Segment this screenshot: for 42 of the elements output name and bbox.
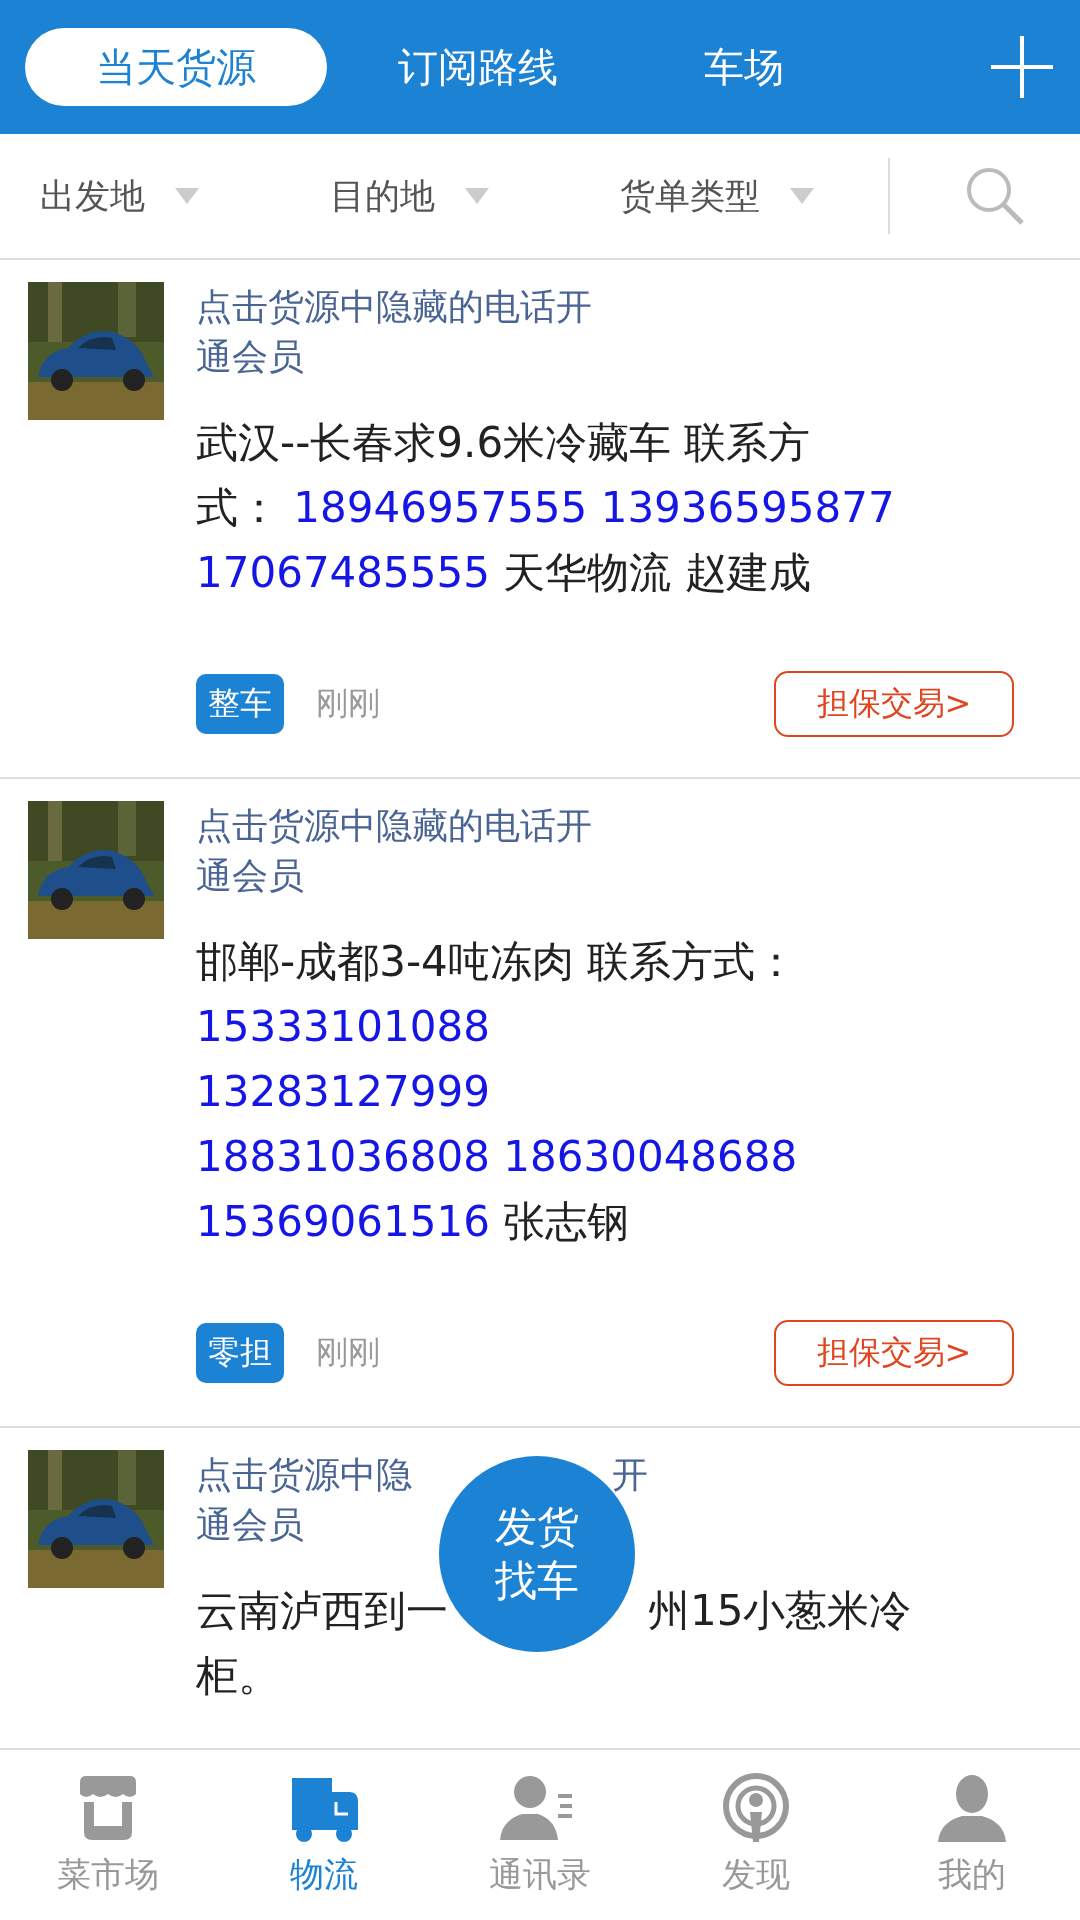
- phone-link[interactable]: 13283127999: [196, 1067, 490, 1116]
- cargo-type-tag: 零担: [196, 1323, 284, 1383]
- filter-dropdown[interactable]: 出发地: [40, 172, 145, 220]
- person-icon: [936, 1772, 1008, 1844]
- guarantee-trade-button[interactable]: 担保交易>: [774, 1320, 1014, 1386]
- broadcast-icon: [720, 1772, 792, 1844]
- phone-link[interactable]: 13936595877: [600, 483, 895, 532]
- listing-card[interactable]: 点击货源中隐藏的电话开 通会员 武汉--长春求9.6米冷藏车 联系方 式： 18946957555 13936595877 17067485555 天华物流 赵建成 整车 刚刚 担保交易>: [0, 260, 1080, 779]
- listing-text: 式：: [196, 483, 280, 532]
- listing-text: 天华物流 赵建成: [503, 548, 811, 597]
- dropdown-triangle-icon: [790, 188, 814, 204]
- tab[interactable]: 当天货源: [25, 28, 327, 106]
- phone-link[interactable]: 15369061516: [196, 1197, 490, 1246]
- filter-dropdown[interactable]: 货单类型: [620, 172, 760, 220]
- dropdown-triangle-icon: [175, 188, 199, 204]
- dropdown-triangle-icon: [465, 188, 489, 204]
- filter-dropdown[interactable]: 目的地: [330, 172, 435, 220]
- member-hint: 通会员: [196, 855, 304, 896]
- listing-card[interactable]: 点击货源中隐藏的电话开 通会员 邯郸-成都3-4吨冻肉 联系方式： 15333101088 13283127999 18831036808 18630048688 15369061516 张志钢 零担 刚刚 担保交易>: [0, 779, 1080, 1428]
- listing-text: 武汉--长春求9.6米冷藏车 联系方: [196, 418, 811, 467]
- member-hint: 通会员: [196, 336, 304, 377]
- phone-link[interactable]: 18946957555: [293, 483, 588, 532]
- cargo-type-tag: 整车: [196, 674, 284, 734]
- nav-tab[interactable]: 物流: [216, 1750, 432, 1920]
- listing-text: 柜。: [196, 1651, 280, 1700]
- phone-link[interactable]: 18630048688: [503, 1132, 798, 1181]
- phone-link[interactable]: 17067485555: [196, 548, 490, 597]
- member-hint: 点击货源中隐藏的电话开: [196, 805, 592, 846]
- listing-text: 州15小葱米冷: [648, 1586, 912, 1635]
- plus-icon[interactable]: [991, 36, 1053, 98]
- member-hint: 通会员: [196, 1504, 304, 1545]
- guarantee-trade-button[interactable]: 担保交易>: [774, 671, 1014, 737]
- listing-text: 邯郸-成都3-4吨冻肉 联系方式：: [196, 937, 798, 986]
- tab[interactable]: 订阅路线: [327, 28, 629, 106]
- member-hint: 点击货源中隐: [196, 1454, 412, 1495]
- phone-link[interactable]: 15333101088: [196, 1002, 490, 1051]
- tab[interactable]: 车场: [629, 28, 859, 106]
- member-hint: 点击货源中隐藏的电话开: [196, 286, 592, 327]
- post-time: 刚刚: [316, 1332, 381, 1373]
- phone-link[interactable]: 18831036808: [196, 1132, 490, 1181]
- post-time: 刚刚: [316, 683, 381, 724]
- listing-text: 张志钢: [503, 1197, 630, 1246]
